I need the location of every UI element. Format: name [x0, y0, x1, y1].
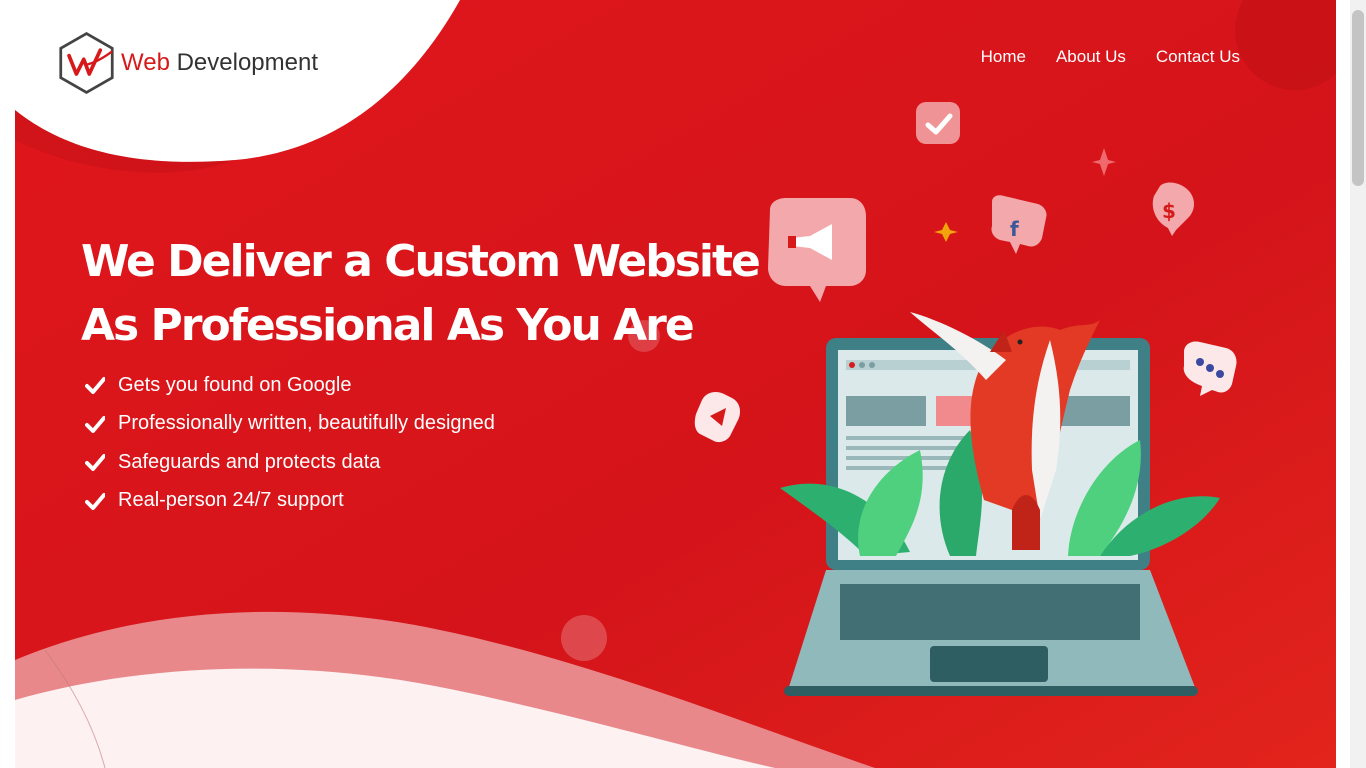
chat-dots-bubble-icon — [1183, 341, 1237, 396]
facebook-bubble-icon: f — [991, 195, 1047, 254]
dollar-bubble-icon: $ — [1152, 182, 1194, 236]
svg-text:$: $ — [1162, 199, 1176, 223]
page-scrollbar[interactable] — [1350, 0, 1366, 768]
brand-name-development: Development — [169, 49, 318, 76]
feature-item: Professionally written, beautifully desi… — [85, 405, 495, 444]
checkmark-icon — [85, 454, 105, 472]
hexagon-w-logo-icon — [59, 31, 114, 95]
feature-item: Gets you found on Google — [85, 366, 495, 405]
brand-logo[interactable]: Web Development — [58, 28, 318, 98]
brand-name: Web Development — [121, 49, 318, 77]
brand-name-web: Web — [121, 49, 170, 76]
page-left-margin — [0, 0, 15, 768]
hero-headline: We Deliver a Custom Website As Professio… — [81, 230, 761, 358]
checkmark-icon — [85, 492, 105, 510]
checkmark-icon — [85, 377, 105, 395]
feature-text: Gets you found on Google — [118, 373, 352, 396]
feature-list: Gets you found on Google Professionally … — [85, 366, 495, 520]
nav-about-link[interactable]: About Us — [1056, 47, 1126, 67]
nav-contact-link[interactable]: Contact Us — [1156, 47, 1240, 67]
nav-home-link[interactable]: Home — [981, 47, 1026, 67]
feature-text: Professionally written, beautifully desi… — [118, 412, 495, 435]
main-nav: Home About Us Contact Us — [981, 47, 1240, 67]
svg-text:f: f — [1010, 217, 1019, 241]
laptop-fox-illustration: f $ — [694, 102, 1237, 696]
checkmark-icon — [85, 415, 105, 433]
hero-headline-line1: We Deliver a Custom Website — [81, 236, 761, 287]
feature-text: Real-person 24/7 support — [118, 489, 344, 512]
hero-headline-line2: As Professional As You Are — [81, 300, 695, 351]
feature-item: Safeguards and protects data — [85, 443, 495, 482]
feature-item: Real-person 24/7 support — [85, 482, 495, 521]
scrollbar-thumb[interactable] — [1352, 10, 1364, 186]
checkmark-bubble-icon — [916, 102, 960, 144]
megaphone-bubble-icon — [768, 198, 866, 302]
feature-text: Safeguards and protects data — [118, 450, 381, 473]
play-bubble-icon — [694, 392, 740, 443]
